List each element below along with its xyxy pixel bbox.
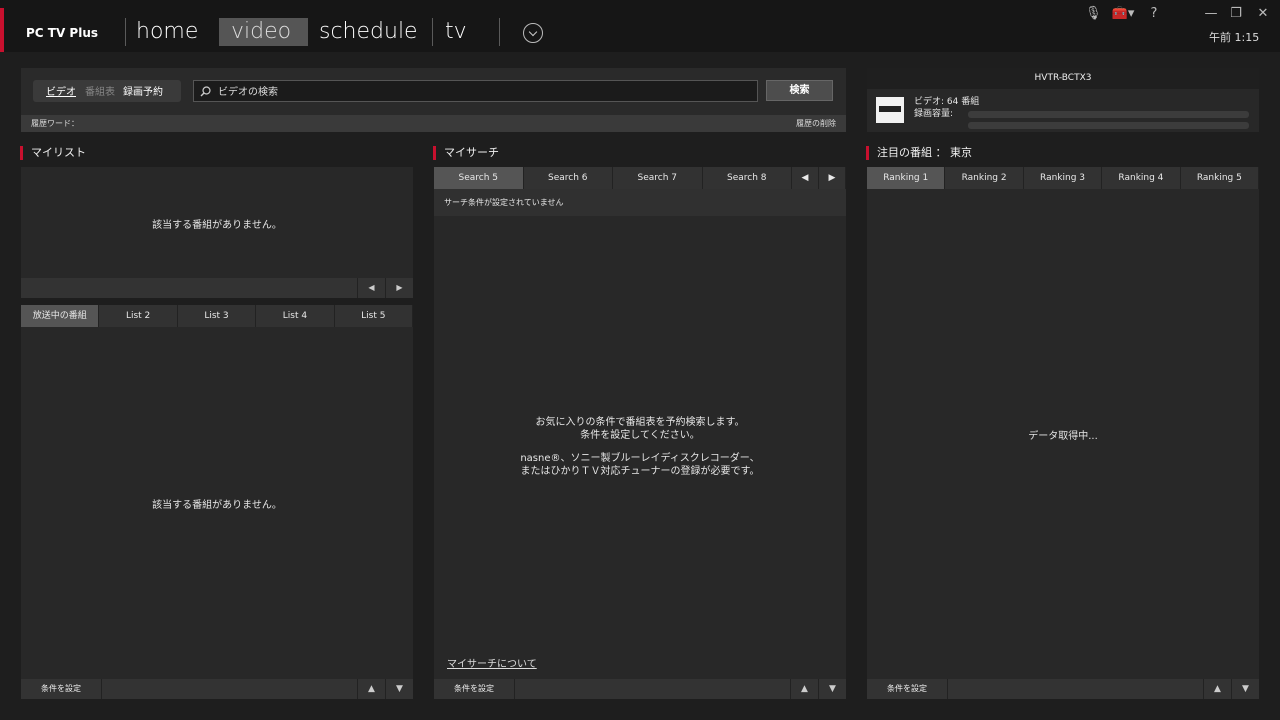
nav-separator	[125, 18, 126, 46]
tab-search-7[interactable]: Search 7	[613, 167, 703, 189]
nav-separator	[499, 18, 500, 46]
mylist-footer: 条件を設定 ▲ ▼	[21, 679, 413, 699]
scroll-down-icon[interactable]: ▼	[818, 679, 846, 699]
tab-search-5[interactable]: Search 5	[434, 167, 524, 189]
device-name[interactable]: HVTR-BCTX3	[867, 68, 1259, 89]
scroll-down-icon[interactable]: ▼	[385, 679, 413, 699]
ranking-title: 注目の番組 ： 東京	[866, 146, 972, 160]
mysearch-message-line: nasne®、ソニー製ブルーレイディスクレコーダー、	[520, 453, 760, 464]
set-condition-button[interactable]: 条件を設定	[21, 679, 102, 699]
scroll-up-icon[interactable]: ▲	[1203, 679, 1231, 699]
search-icon	[200, 86, 211, 97]
scroll-up-icon[interactable]: ▲	[357, 679, 385, 699]
mysearch-tabs: Search 5 Search 6 Search 7 Search 8 ◀ ▶	[434, 167, 846, 189]
recorder-device-icon	[876, 97, 904, 123]
capacity-bar-secondary	[968, 122, 1249, 129]
nav-separator	[432, 18, 433, 46]
tab-ranking-1[interactable]: Ranking 1	[867, 167, 946, 189]
tab-search-6[interactable]: Search 6	[524, 167, 613, 189]
history-label: 履歴ワード：	[31, 119, 79, 128]
nav-home[interactable]: home	[136, 18, 198, 46]
tab-mylist-4[interactable]: List 4	[256, 305, 335, 327]
mysearch-notice: サーチ条件が設定されていません	[434, 189, 846, 216]
mylist-empty-bottom: 該当する番組がありません。	[152, 500, 282, 511]
set-condition-button[interactable]: 条件を設定	[434, 679, 515, 699]
scroll-down-icon[interactable]: ▼	[1231, 679, 1259, 699]
scope-epg[interactable]: 番組表	[85, 83, 115, 98]
restore-icon[interactable]: ❐	[1229, 6, 1243, 22]
tab-mylist-5[interactable]: List 5	[335, 305, 414, 327]
help-icon[interactable]: ?	[1148, 6, 1160, 22]
tabs-prev-icon[interactable]: ◀	[792, 167, 819, 189]
clock: 午前 1:15	[1209, 31, 1260, 44]
mysearch-footer: 条件を設定 ▲ ▼	[434, 679, 846, 699]
ranking-tabs: Ranking 1 Ranking 2 Ranking 3 Ranking 4 …	[867, 167, 1260, 189]
mic-off-icon[interactable]: 🎙	[1085, 6, 1102, 22]
tabs-next-icon[interactable]: ▶	[819, 167, 846, 189]
device-capacity-label: 録画容量:	[914, 109, 954, 119]
set-condition-button[interactable]: 条件を設定	[867, 679, 948, 699]
close-icon[interactable]: ✕	[1256, 6, 1270, 22]
mysearch-message-line: 条件を設定してください。	[580, 429, 700, 441]
tab-ranking-5[interactable]: Ranking 5	[1181, 167, 1260, 189]
scope-video[interactable]: ビデオ	[46, 83, 76, 98]
mylist-tabs: 放送中の番組 List 2 List 3 List 4 List 5	[21, 305, 414, 327]
mylist-empty-top: 該当する番組がありません。	[152, 220, 282, 231]
mysearch-title: マイサーチ	[433, 146, 499, 160]
search-scope-selector: ビデオ 番組表 録画予約	[33, 80, 181, 102]
nav-video[interactable]: video	[219, 18, 308, 46]
mysearch-message: お気に入りの条件で番組表を予約検索します。 条件を設定してください。 nasne…	[434, 417, 846, 478]
mysearch-message-line: お気に入りの条件で番組表を予約検索します。	[535, 417, 745, 428]
capacity-bar	[968, 111, 1249, 118]
scope-reserve[interactable]: 録画予約	[123, 83, 163, 98]
next-page-icon[interactable]: ▶	[385, 278, 413, 298]
tab-mylist-1[interactable]: 放送中の番組	[21, 305, 100, 327]
history-clear-link[interactable]: 履歴の削除	[796, 118, 836, 129]
ranking-loading: データ取得中...	[1028, 431, 1098, 442]
nav-tv[interactable]: tv	[445, 18, 467, 46]
minimize-icon[interactable]: —	[1204, 6, 1218, 22]
tab-ranking-2[interactable]: Ranking 2	[945, 167, 1024, 189]
ranking-footer: 条件を設定 ▲ ▼	[867, 679, 1259, 699]
scroll-up-icon[interactable]: ▲	[790, 679, 818, 699]
mysearch-about-link[interactable]: マイサーチについて	[447, 655, 537, 670]
history-bar: 履歴ワード： 履歴の削除	[21, 115, 846, 132]
tab-mylist-3[interactable]: List 3	[178, 305, 257, 327]
nav-more-dropdown-icon[interactable]	[523, 23, 543, 43]
prev-page-icon[interactable]: ◀	[357, 278, 385, 298]
app-brand: PC TV Plus	[26, 26, 99, 40]
tab-ranking-3[interactable]: Ranking 3	[1024, 167, 1103, 189]
tab-ranking-4[interactable]: Ranking 4	[1102, 167, 1181, 189]
nav-schedule[interactable]: schedule	[319, 18, 418, 46]
mylist-pager: ◀ ▶	[21, 278, 413, 298]
search-button[interactable]: 検索	[766, 80, 833, 101]
tab-search-8[interactable]: Search 8	[703, 167, 792, 189]
tab-mylist-2[interactable]: List 2	[99, 305, 178, 327]
search-input[interactable]	[216, 82, 750, 102]
search-field	[193, 80, 758, 102]
mylist-title: マイリスト	[20, 146, 86, 160]
mysearch-message-line: またはひかりＴＶ対応チューナーの登録が必要です。	[520, 465, 760, 477]
toolbox-icon[interactable]: 🧰▾	[1110, 6, 1136, 22]
brand-accent	[0, 8, 4, 52]
